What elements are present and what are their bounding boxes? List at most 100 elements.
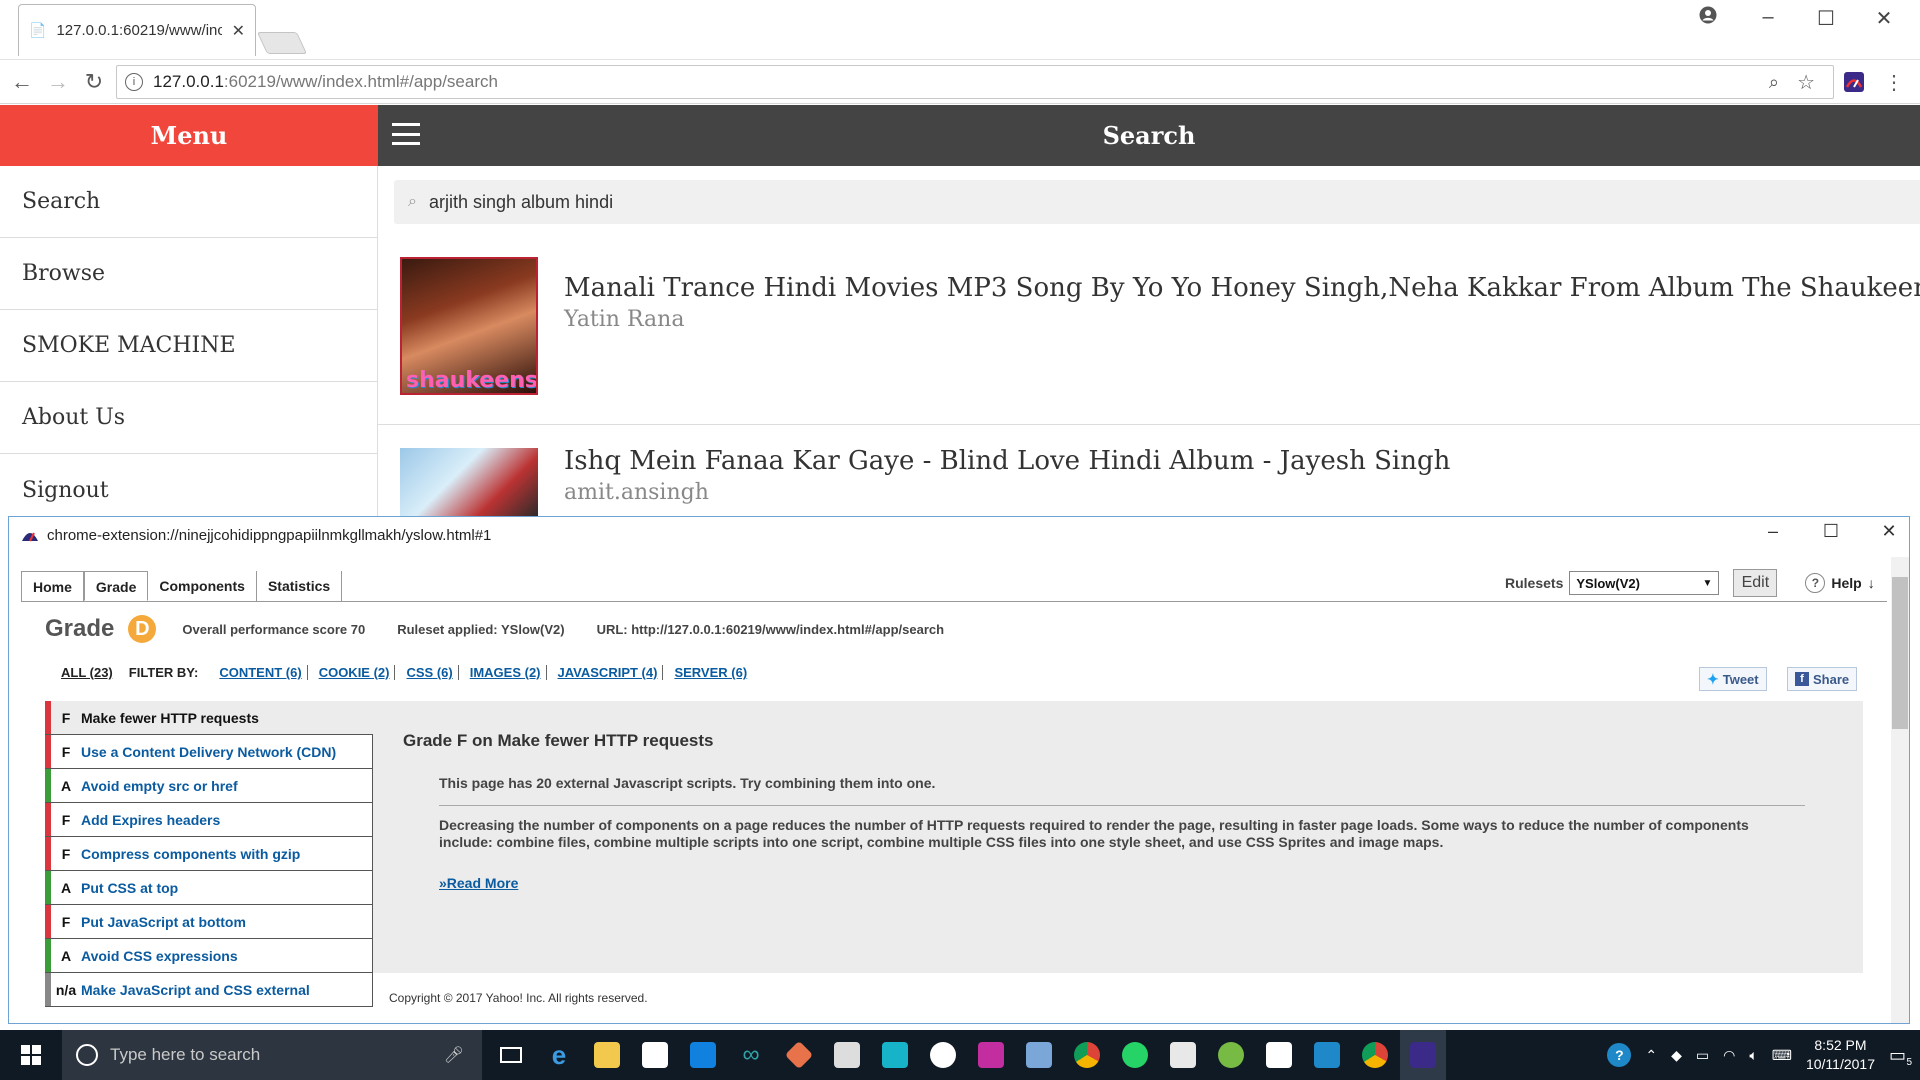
git-icon[interactable] — [776, 1030, 822, 1080]
list-item[interactable]: shaukeens Manali Trance Hindi Movies MP3… — [378, 241, 1920, 425]
ruleset-applied: Ruleset applied: YSlow(V2) — [397, 621, 565, 637]
minimize-icon[interactable]: – — [1748, 6, 1788, 29]
close-icon[interactable]: ✕ — [1864, 6, 1904, 31]
help-arrow: ↓ — [1867, 575, 1875, 591]
phpstorm-icon[interactable] — [968, 1030, 1014, 1080]
address-bar[interactable]: i 127.0.0.1:60219/www/index.html#/app/se… — [116, 65, 1834, 99]
volume-icon[interactable]: 🔈︎ — [1749, 1047, 1757, 1064]
start-button[interactable] — [0, 1030, 62, 1080]
dropbox-icon[interactable] — [680, 1030, 726, 1080]
tab-components[interactable]: Components — [148, 571, 257, 601]
battery-icon[interactable]: ▭ — [1696, 1047, 1709, 1064]
clock-time: 8:52 PM — [1814, 1037, 1867, 1053]
rule-grade: A — [60, 947, 72, 964]
yslow-titlebar: chrome-extension://ninejjcohidippngpapii… — [9, 517, 1909, 553]
notification-icon[interactable]: ▭ 5 — [1889, 1045, 1912, 1068]
task-view-icon[interactable] — [488, 1030, 534, 1080]
filter-all[interactable]: ALL (23) — [61, 665, 113, 680]
rule-item[interactable]: F Make fewer HTTP requests — [45, 701, 373, 735]
search-value: arjith singh album hindi — [428, 191, 614, 212]
rule-item[interactable]: F Use a Content Delivery Network (CDN) — [45, 735, 373, 769]
filter-by-label: FILTER BY: — [128, 665, 199, 680]
clock[interactable]: 8:52 PM 10/11/2017 — [1806, 1036, 1875, 1074]
side-item-browse[interactable]: Browse — [0, 238, 377, 310]
side-item-search[interactable]: Search — [0, 166, 377, 238]
brackets-icon[interactable] — [1304, 1030, 1350, 1080]
browser-tab[interactable]: 📄 127.0.0.1:60219/www/inc ✕ — [18, 4, 256, 56]
share-button[interactable]: f Share — [1787, 667, 1858, 691]
chrome-icon[interactable] — [1352, 1030, 1398, 1080]
rule-item[interactable]: F Add Expires headers — [45, 803, 373, 837]
chrome-menu-icon[interactable]: ⋮ — [1878, 66, 1910, 98]
mail-icon[interactable] — [824, 1030, 870, 1080]
filter-javascript[interactable]: JAVASCRIPT (4) — [553, 665, 664, 680]
wifi-icon[interactable]: ◠ — [1723, 1047, 1735, 1064]
virtualbox-icon[interactable] — [1016, 1030, 1062, 1080]
side-item-about-us[interactable]: About Us — [0, 382, 377, 454]
search-input[interactable]: ⌕ arjith singh album hindi — [394, 180, 1920, 224]
new-tab-button[interactable] — [256, 32, 308, 54]
read-more-link[interactable]: »Read More — [439, 875, 518, 891]
photos-icon[interactable] — [1256, 1030, 1302, 1080]
result-artist: amit.ansingh — [564, 480, 709, 505]
zoom-icon[interactable]: ⌕ — [1769, 72, 1779, 93]
close-icon[interactable]: ✕ — [1869, 521, 1909, 542]
maximize-icon[interactable]: ☐ — [1811, 521, 1851, 542]
rule-item[interactable]: A Put CSS at top — [45, 871, 373, 905]
rule-detail-panel: Grade F on Make fewer HTTP requests This… — [373, 701, 1863, 973]
info-icon[interactable]: i — [125, 73, 143, 91]
paint-icon[interactable] — [1160, 1030, 1206, 1080]
keyboard-icon[interactable]: ⌨︎ — [1772, 1047, 1792, 1064]
minimize-icon[interactable]: – — [1753, 521, 1793, 542]
menu-title: Menu — [150, 121, 228, 150]
tab-grade[interactable]: Grade — [83, 571, 149, 601]
filter-content[interactable]: CONTENT (6) — [214, 665, 308, 680]
taskbar-search[interactable]: Type here to search 🎤︎ — [62, 1030, 482, 1080]
tab-statistics[interactable]: Statistics — [257, 571, 343, 601]
filter-images[interactable]: IMAGES (2) — [465, 665, 547, 680]
back-button[interactable]: ← — [6, 66, 38, 98]
webstorm-icon[interactable] — [872, 1030, 918, 1080]
filter-css[interactable]: CSS (6) — [401, 665, 459, 680]
scrollbar-thumb[interactable] — [1892, 577, 1908, 729]
reload-button[interactable]: ↻ — [78, 66, 110, 98]
rule-item[interactable]: n/a Make JavaScript and CSS external — [45, 973, 373, 1007]
filter-server[interactable]: SERVER (6) — [669, 665, 752, 680]
forward-button[interactable]: → — [42, 66, 74, 98]
search-icon: ⌕ — [408, 193, 417, 210]
edit-button[interactable]: Edit — [1733, 569, 1778, 597]
whatsapp-icon[interactable] — [1112, 1030, 1158, 1080]
url-host: 127.0.0.1 — [153, 72, 224, 91]
hamburger-menu-icon[interactable] — [392, 123, 420, 145]
utorrent-icon[interactable] — [1208, 1030, 1254, 1080]
rule-item[interactable]: A Avoid CSS expressions — [45, 939, 373, 973]
github-icon[interactable] — [920, 1030, 966, 1080]
help-icon[interactable]: ? — [1607, 1043, 1632, 1067]
chrome-icon[interactable] — [1064, 1030, 1110, 1080]
copyright: Copyright © 2017 Yahoo! Inc. All rights … — [389, 991, 648, 1005]
yslow-taskbar-icon[interactable] — [1400, 1030, 1446, 1080]
ruleset-select[interactable]: YSlow(V2) ▼ — [1569, 571, 1720, 595]
rule-item[interactable]: F Compress components with gzip — [45, 837, 373, 871]
help-button[interactable]: ? Help ↓ — [1805, 573, 1875, 593]
store-icon[interactable] — [632, 1030, 678, 1080]
close-tab-icon[interactable]: ✕ — [232, 21, 245, 41]
maximize-icon[interactable]: ☐ — [1806, 6, 1846, 31]
rule-item[interactable]: F Put JavaScript at bottom — [45, 905, 373, 939]
yslow-extension-icon[interactable] — [1838, 66, 1870, 98]
profile-icon[interactable] — [1688, 6, 1728, 30]
yslow-tabs: Home Grade Components Statistics — [21, 571, 343, 601]
tab-home[interactable]: Home — [21, 571, 84, 601]
filter-cookie[interactable]: COOKIE (2) — [314, 665, 396, 680]
file-explorer-icon[interactable] — [584, 1030, 630, 1080]
edge-icon[interactable]: e — [536, 1030, 582, 1080]
tweet-button[interactable]: ✦ Tweet — [1699, 667, 1767, 691]
side-item-smoke-machine[interactable]: SMOKE MACHINE — [0, 310, 377, 382]
bookmark-star-icon[interactable]: ☆ — [1797, 70, 1815, 95]
chevron-up-icon[interactable]: ⌃ — [1645, 1047, 1657, 1064]
microphone-icon[interactable]: 🎤︎ — [444, 1045, 464, 1065]
rule-item[interactable]: A Avoid empty src or href — [45, 769, 373, 803]
dropbox-tray-icon[interactable]: ◆ — [1671, 1047, 1682, 1064]
cortana-icon — [76, 1044, 98, 1066]
arduino-icon[interactable]: ∞ — [728, 1030, 774, 1080]
